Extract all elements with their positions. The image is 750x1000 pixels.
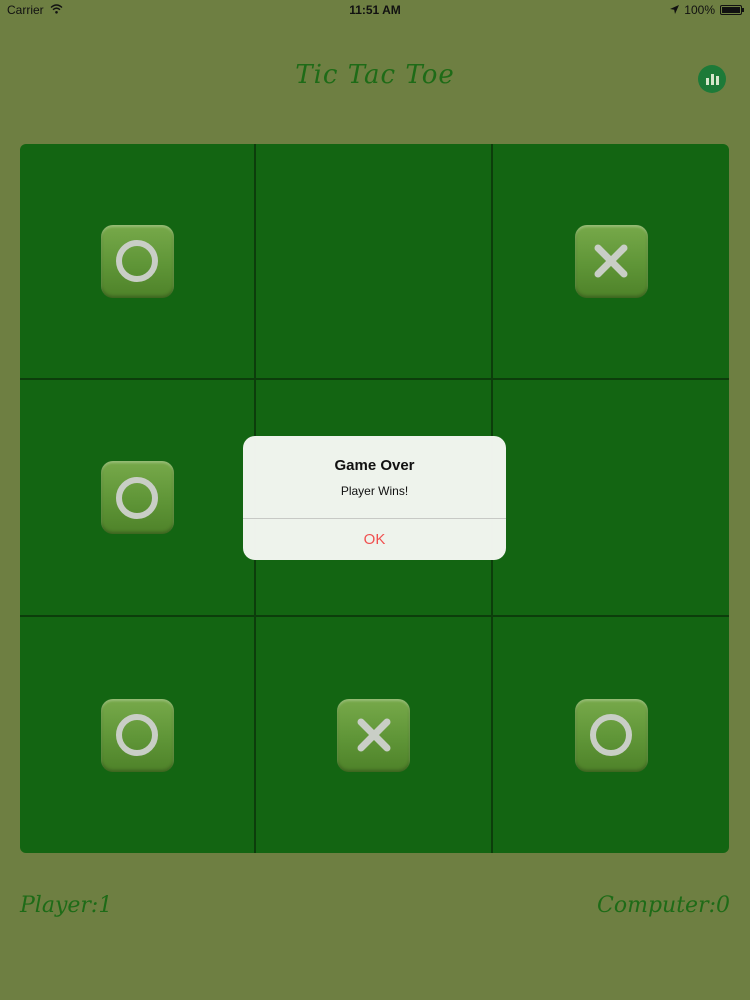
alert-message: Player Wins! — [340, 484, 409, 498]
alert-title: Game Over — [334, 457, 415, 474]
ok-button[interactable]: OK — [243, 519, 506, 560]
game-over-alert: Game Over Player Wins! OK — [243, 436, 506, 560]
